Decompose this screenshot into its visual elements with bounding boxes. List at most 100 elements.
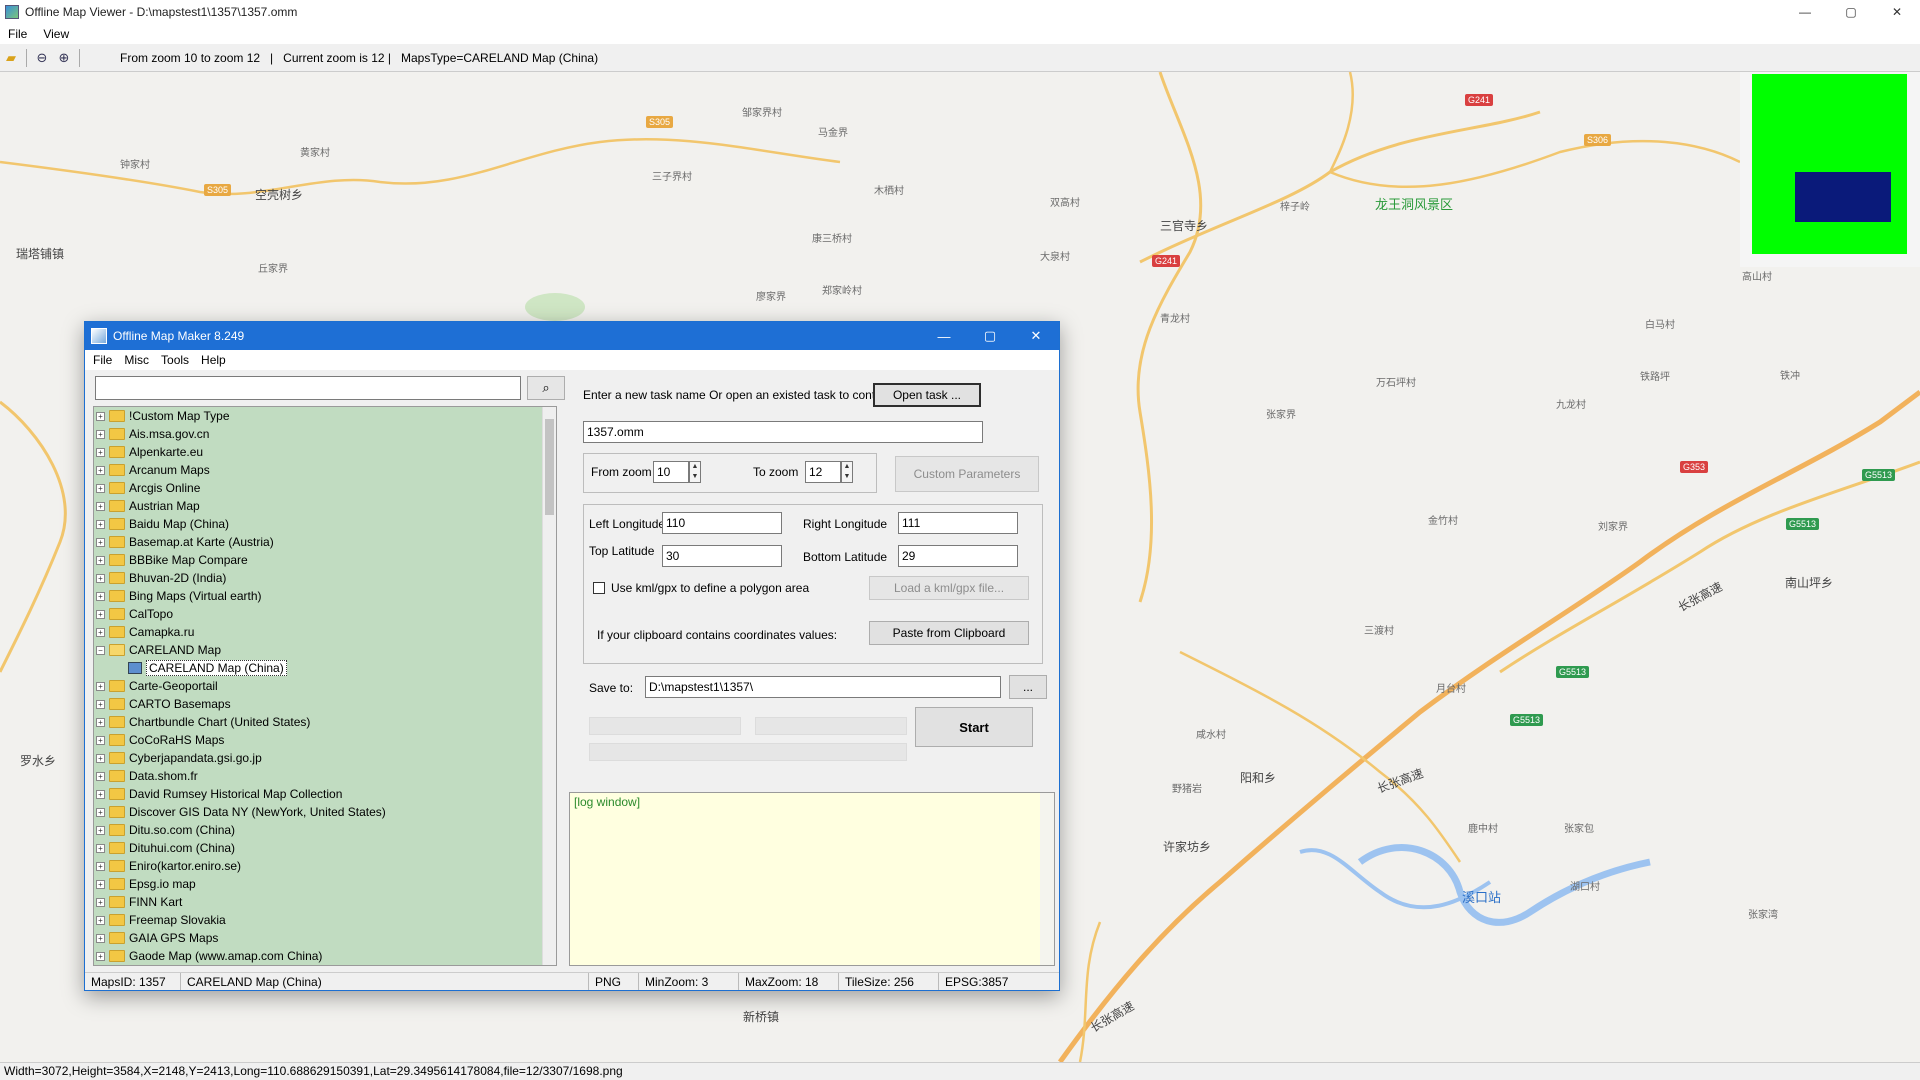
tree-item[interactable]: − CARELAND Map [94,641,556,659]
tree-item[interactable]: + Epsg.io map [94,875,556,893]
tree-item[interactable]: + Freemap Slovakia [94,911,556,929]
right-longitude-input[interactable]: 111 [898,512,1018,534]
expand-icon[interactable]: + [96,537,105,547]
menu-file[interactable]: File [8,27,27,41]
expand-icon[interactable]: + [96,411,105,421]
expand-icon[interactable]: + [96,429,105,439]
expand-icon[interactable]: + [96,879,105,889]
map-type-search-input[interactable] [95,376,521,400]
open-task-button[interactable]: Open task ... [873,383,981,407]
tree-item[interactable]: + BBBike Map Compare [94,551,556,569]
log-window[interactable]: [log window] [569,792,1055,966]
browse-button[interactable]: ... [1009,675,1047,699]
minimize-button[interactable]: — [1782,0,1828,24]
tree-item[interactable]: + Cyberjapandata.gsi.go.jp [94,749,556,767]
tree-item[interactable]: + Ais.msa.gov.cn [94,425,556,443]
expand-icon[interactable]: + [96,591,105,601]
tree-scrollbar[interactable] [542,407,556,965]
expand-icon[interactable]: + [96,951,105,961]
save-path-input[interactable]: D:\mapstest1\1357\ [645,676,1001,698]
from-zoom-stepper[interactable]: ▲ ▼ [689,461,701,483]
expand-icon[interactable]: + [96,501,105,511]
tree-item[interactable]: + CoCoRaHS Maps [94,731,556,749]
expand-icon[interactable]: + [96,519,105,529]
load-kml-button[interactable]: Load a kml/gpx file... [869,576,1029,600]
expand-icon[interactable]: + [96,843,105,853]
expand-icon[interactable]: + [96,933,105,943]
to-zoom-input[interactable]: 12 [805,461,841,483]
expand-icon[interactable]: + [96,573,105,583]
tree-item[interactable]: + David Rumsey Historical Map Collection [94,785,556,803]
tree-item[interactable]: + Data.shom.fr [94,767,556,785]
expand-icon[interactable]: + [96,789,105,799]
expand-icon[interactable]: + [96,825,105,835]
dialog-menu-tools[interactable]: Tools [161,353,189,367]
tree-item[interactable]: + CalTopo [94,605,556,623]
tree-item[interactable]: + Basemap.at Karte (Austria) [94,533,556,551]
expand-icon[interactable]: + [96,447,105,457]
menu-view[interactable]: View [43,27,69,41]
expand-icon[interactable]: + [96,735,105,745]
tree-item[interactable]: + Eniro(kartor.eniro.se) [94,857,556,875]
tree-item[interactable]: + Austrian Map [94,497,556,515]
expand-icon[interactable]: + [96,915,105,925]
expand-icon[interactable]: + [96,555,105,565]
task-name-input[interactable]: 1357.omm [583,421,983,443]
expand-icon[interactable]: + [96,465,105,475]
expand-icon[interactable]: + [96,627,105,637]
expand-icon[interactable]: + [96,717,105,727]
tree-item[interactable]: + !Custom Map Type [94,407,556,425]
maximize-button[interactable]: ▢ [1828,0,1874,24]
expand-icon[interactable]: + [96,753,105,763]
paste-from-clipboard-button[interactable]: Paste from Clipboard [869,621,1029,645]
close-button[interactable]: ✕ [1874,0,1920,24]
tree-item[interactable]: + Chartbundle Chart (United States) [94,713,556,731]
open-folder-icon[interactable]: ▰ [0,47,22,69]
tree-item[interactable]: + Baidu Map (China) [94,515,556,533]
tree-item[interactable]: + Camapka.ru [94,623,556,641]
search-icon[interactable]: ⌕ [527,376,565,400]
tree-item[interactable]: + Dituhui.com (China) [94,839,556,857]
expand-icon[interactable]: + [96,807,105,817]
expand-icon[interactable]: + [96,897,105,907]
tree-scrollbar-thumb[interactable] [545,419,554,515]
tree-item[interactable]: + Carte-Geoportail [94,677,556,695]
expand-icon[interactable]: + [96,483,105,493]
use-kml-checkbox[interactable] [593,582,605,594]
expand-icon[interactable]: + [96,681,105,691]
dialog-minimize-button[interactable]: — [921,322,967,350]
tree-item[interactable]: + Bing Maps (Virtual earth) [94,587,556,605]
tree-item[interactable]: + Alpenkarte.eu [94,443,556,461]
left-longitude-input[interactable]: 110 [662,512,782,534]
bottom-latitude-input[interactable]: 29 [898,545,1018,567]
tree-item[interactable]: + GAIA GPS Maps [94,929,556,947]
expand-icon[interactable]: + [96,861,105,871]
tree-item[interactable]: + FINN Kart [94,893,556,911]
tree-item[interactable]: + Discover GIS Data NY (NewYork, United S… [94,803,556,821]
tree-item[interactable]: CARELAND Map (China) [94,659,556,677]
tree-item[interactable]: + Ditu.so.com (China) [94,821,556,839]
dialog-close-button[interactable]: ✕ [1013,322,1059,350]
collapse-icon[interactable]: − [96,645,105,655]
zoom-in-icon[interactable]: ⊕ [53,47,75,69]
tree-item[interactable]: + Gaode Map (www.amap.com China) [94,947,556,965]
dialog-maximize-button[interactable]: ▢ [967,322,1013,350]
overview-minimap[interactable] [1740,72,1920,267]
custom-parameters-button[interactable]: Custom Parameters [895,456,1039,492]
expand-icon[interactable]: + [96,771,105,781]
tree-item[interactable]: + Bhuvan-2D (India) [94,569,556,587]
dialog-menu-file[interactable]: File [93,353,112,367]
tree-item[interactable]: + Arcgis Online [94,479,556,497]
tree-item[interactable]: + CARTO Basemaps [94,695,556,713]
to-zoom-stepper[interactable]: ▲ ▼ [841,461,853,483]
log-scrollbar[interactable] [1040,793,1054,965]
zoom-out-icon[interactable]: ⊖ [31,47,53,69]
top-latitude-input[interactable]: 30 [662,545,782,567]
dialog-menu-misc[interactable]: Misc [124,353,149,367]
expand-icon[interactable]: + [96,699,105,709]
start-button[interactable]: Start [915,707,1033,747]
expand-icon[interactable]: + [96,609,105,619]
from-zoom-input[interactable]: 10 [653,461,689,483]
overview-viewport[interactable] [1795,172,1891,222]
dialog-menu-help[interactable]: Help [201,353,226,367]
